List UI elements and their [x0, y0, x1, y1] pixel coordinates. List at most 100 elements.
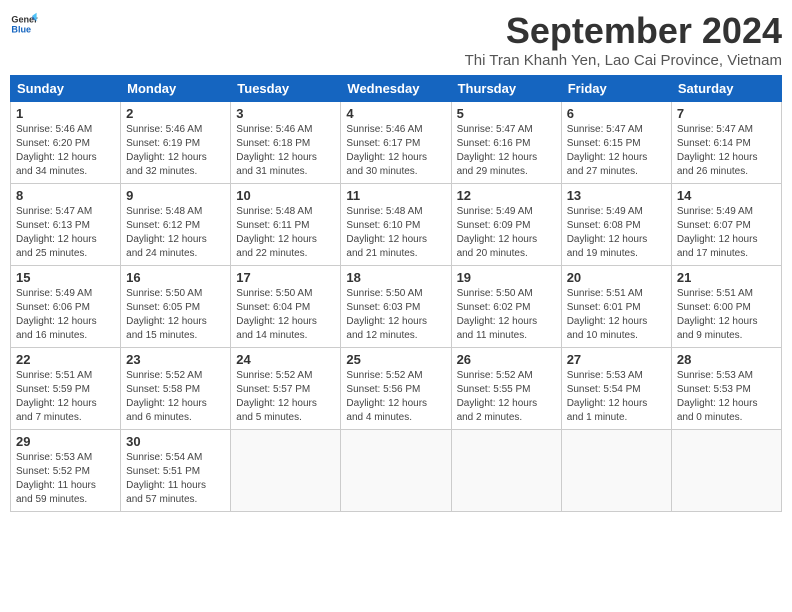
- calendar-cell: 9Sunrise: 5:48 AM Sunset: 6:12 PM Daylig…: [121, 184, 231, 266]
- day-number: 20: [567, 270, 666, 285]
- week-row-3: 15 Sunrise: 5:49 AM Sunset: 6:06 PM Dayli…: [11, 266, 782, 348]
- day-number: 30: [126, 434, 225, 449]
- logo: General Blue: [10, 10, 38, 38]
- calendar-cell: 7 Sunrise: 5:47 AM Sunset: 6:14 PM Daylig…: [671, 102, 781, 184]
- day-number: 6: [567, 106, 666, 121]
- calendar-cell: 16 Sunrise: 5:50 AM Sunset: 6:05 PM Dayli…: [121, 266, 231, 348]
- calendar-cell: 2Sunrise: 5:46 AM Sunset: 6:19 PM Daylig…: [121, 102, 231, 184]
- day-number: 18: [346, 270, 445, 285]
- day-number: 7: [677, 106, 776, 121]
- calendar-cell: 20Sunrise: 5:51 AM Sunset: 6:01 PM Dayli…: [561, 266, 671, 348]
- calendar-cell: 11 Sunrise: 5:48 AM Sunset: 6:10 PM Dayli…: [341, 184, 451, 266]
- calendar-cell: 22 Sunrise: 5:51 AM Sunset: 5:59 PM Dayli…: [11, 348, 121, 430]
- day-number: 1: [16, 106, 115, 121]
- calendar-cell: 19 Sunrise: 5:50 AM Sunset: 6:02 PM Dayli…: [451, 266, 561, 348]
- week-row-2: 8 Sunrise: 5:47 AM Sunset: 6:13 PM Daylig…: [11, 184, 782, 266]
- calendar-cell: 17 Sunrise: 5:50 AM Sunset: 6:04 PM Dayli…: [231, 266, 341, 348]
- day-info: Sunrise: 5:52 AM Sunset: 5:57 PM Dayligh…: [236, 369, 335, 425]
- day-info: Sunrise: 5:48 AM Sunset: 6:10 PM Dayligh…: [346, 205, 445, 261]
- calendar-title: September 2024: [465, 10, 782, 52]
- day-number: 14: [677, 188, 776, 203]
- day-number: 25: [346, 352, 445, 367]
- day-info: Sunrise: 5:49 AM Sunset: 6:06 PM Dayligh…: [16, 287, 115, 343]
- weekday-header-tuesday: Tuesday: [231, 76, 341, 102]
- calendar-cell: 30 Sunrise: 5:54 AM Sunset: 5:51 PM Dayli…: [121, 430, 231, 512]
- day-info: Sunrise: 5:48 AM Sunset: 6:11 PM Dayligh…: [236, 205, 335, 261]
- day-number: 29: [16, 434, 115, 449]
- day-info: Sunrise: 5:50 AM Sunset: 6:05 PM Dayligh…: [126, 287, 225, 343]
- day-number: 23: [126, 352, 225, 367]
- calendar-cell: 21Sunrise: 5:51 AM Sunset: 6:00 PM Dayli…: [671, 266, 781, 348]
- day-number: 27: [567, 352, 666, 367]
- calendar-cell: 4Sunrise: 5:46 AM Sunset: 6:17 PM Daylig…: [341, 102, 451, 184]
- day-info: Sunrise: 5:53 AM Sunset: 5:54 PM Dayligh…: [567, 369, 666, 425]
- calendar-cell: 26 Sunrise: 5:52 AM Sunset: 5:55 PM Dayli…: [451, 348, 561, 430]
- day-info: Sunrise: 5:46 AM Sunset: 6:20 PM Dayligh…: [16, 123, 115, 179]
- page-header: General Blue September 2024 Thi Tran Kha…: [10, 10, 782, 69]
- weekday-header-saturday: Saturday: [671, 76, 781, 102]
- calendar-cell: 14 Sunrise: 5:49 AM Sunset: 6:07 PM Dayli…: [671, 184, 781, 266]
- weekday-header-sunday: Sunday: [11, 76, 121, 102]
- day-info: Sunrise: 5:47 AM Sunset: 6:15 PM Dayligh…: [567, 123, 666, 179]
- week-row-1: 1 Sunrise: 5:46 AM Sunset: 6:20 PM Daylig…: [11, 102, 782, 184]
- day-number: 5: [457, 106, 556, 121]
- day-info: Sunrise: 5:50 AM Sunset: 6:02 PM Dayligh…: [457, 287, 556, 343]
- day-number: 15: [16, 270, 115, 285]
- day-info: Sunrise: 5:49 AM Sunset: 6:09 PM Dayligh…: [457, 205, 556, 261]
- day-info: Sunrise: 5:46 AM Sunset: 6:18 PM Dayligh…: [236, 123, 335, 179]
- week-row-5: 29 Sunrise: 5:53 AM Sunset: 5:52 PM Dayli…: [11, 430, 782, 512]
- weekday-header-monday: Monday: [121, 76, 231, 102]
- day-info: Sunrise: 5:49 AM Sunset: 6:08 PM Dayligh…: [567, 205, 666, 261]
- day-number: 21: [677, 270, 776, 285]
- day-info: Sunrise: 5:47 AM Sunset: 6:13 PM Dayligh…: [16, 205, 115, 261]
- calendar-cell: [341, 430, 451, 512]
- day-info: Sunrise: 5:50 AM Sunset: 6:04 PM Dayligh…: [236, 287, 335, 343]
- day-number: 2: [126, 106, 225, 121]
- calendar-cell: 10 Sunrise: 5:48 AM Sunset: 6:11 PM Dayli…: [231, 184, 341, 266]
- day-info: Sunrise: 5:48 AM Sunset: 6:12 PM Dayligh…: [126, 205, 225, 261]
- title-section: September 2024 Thi Tran Khanh Yen, Lao C…: [465, 10, 782, 69]
- day-number: 10: [236, 188, 335, 203]
- day-info: Sunrise: 5:49 AM Sunset: 6:07 PM Dayligh…: [677, 205, 776, 261]
- day-info: Sunrise: 5:51 AM Sunset: 5:59 PM Dayligh…: [16, 369, 115, 425]
- calendar-cell: 25 Sunrise: 5:52 AM Sunset: 5:56 PM Dayli…: [341, 348, 451, 430]
- weekday-header-wednesday: Wednesday: [341, 76, 451, 102]
- calendar-cell: 27 Sunrise: 5:53 AM Sunset: 5:54 PM Dayli…: [561, 348, 671, 430]
- day-number: 17: [236, 270, 335, 285]
- calendar-cell: [671, 430, 781, 512]
- day-info: Sunrise: 5:47 AM Sunset: 6:14 PM Dayligh…: [677, 123, 776, 179]
- calendar-cell: 28 Sunrise: 5:53 AM Sunset: 5:53 PM Dayli…: [671, 348, 781, 430]
- calendar-cell: 6 Sunrise: 5:47 AM Sunset: 6:15 PM Daylig…: [561, 102, 671, 184]
- calendar-cell: 5Sunrise: 5:47 AM Sunset: 6:16 PM Daylig…: [451, 102, 561, 184]
- calendar-cell: [451, 430, 561, 512]
- calendar-subtitle: Thi Tran Khanh Yen, Lao Cai Province, Vi…: [465, 52, 782, 69]
- day-info: Sunrise: 5:52 AM Sunset: 5:56 PM Dayligh…: [346, 369, 445, 425]
- calendar-cell: [561, 430, 671, 512]
- day-number: 8: [16, 188, 115, 203]
- day-info: Sunrise: 5:53 AM Sunset: 5:52 PM Dayligh…: [16, 451, 115, 507]
- calendar-table: SundayMondayTuesdayWednesdayThursdayFrid…: [10, 75, 782, 512]
- day-number: 28: [677, 352, 776, 367]
- day-info: Sunrise: 5:54 AM Sunset: 5:51 PM Dayligh…: [126, 451, 225, 507]
- day-number: 11: [346, 188, 445, 203]
- day-number: 4: [346, 106, 445, 121]
- day-info: Sunrise: 5:53 AM Sunset: 5:53 PM Dayligh…: [677, 369, 776, 425]
- day-number: 22: [16, 352, 115, 367]
- weekday-header-thursday: Thursday: [451, 76, 561, 102]
- day-number: 16: [126, 270, 225, 285]
- day-number: 24: [236, 352, 335, 367]
- day-info: Sunrise: 5:50 AM Sunset: 6:03 PM Dayligh…: [346, 287, 445, 343]
- calendar-cell: 8 Sunrise: 5:47 AM Sunset: 6:13 PM Daylig…: [11, 184, 121, 266]
- day-number: 26: [457, 352, 556, 367]
- calendar-cell: [231, 430, 341, 512]
- calendar-cell: 29 Sunrise: 5:53 AM Sunset: 5:52 PM Dayli…: [11, 430, 121, 512]
- weekday-header-friday: Friday: [561, 76, 671, 102]
- calendar-cell: 23 Sunrise: 5:52 AM Sunset: 5:58 PM Dayli…: [121, 348, 231, 430]
- week-row-4: 22 Sunrise: 5:51 AM Sunset: 5:59 PM Dayli…: [11, 348, 782, 430]
- day-info: Sunrise: 5:52 AM Sunset: 5:58 PM Dayligh…: [126, 369, 225, 425]
- day-info: Sunrise: 5:52 AM Sunset: 5:55 PM Dayligh…: [457, 369, 556, 425]
- calendar-cell: 15 Sunrise: 5:49 AM Sunset: 6:06 PM Dayli…: [11, 266, 121, 348]
- calendar-cell: 3Sunrise: 5:46 AM Sunset: 6:18 PM Daylig…: [231, 102, 341, 184]
- day-number: 19: [457, 270, 556, 285]
- calendar-cell: 12Sunrise: 5:49 AM Sunset: 6:09 PM Dayli…: [451, 184, 561, 266]
